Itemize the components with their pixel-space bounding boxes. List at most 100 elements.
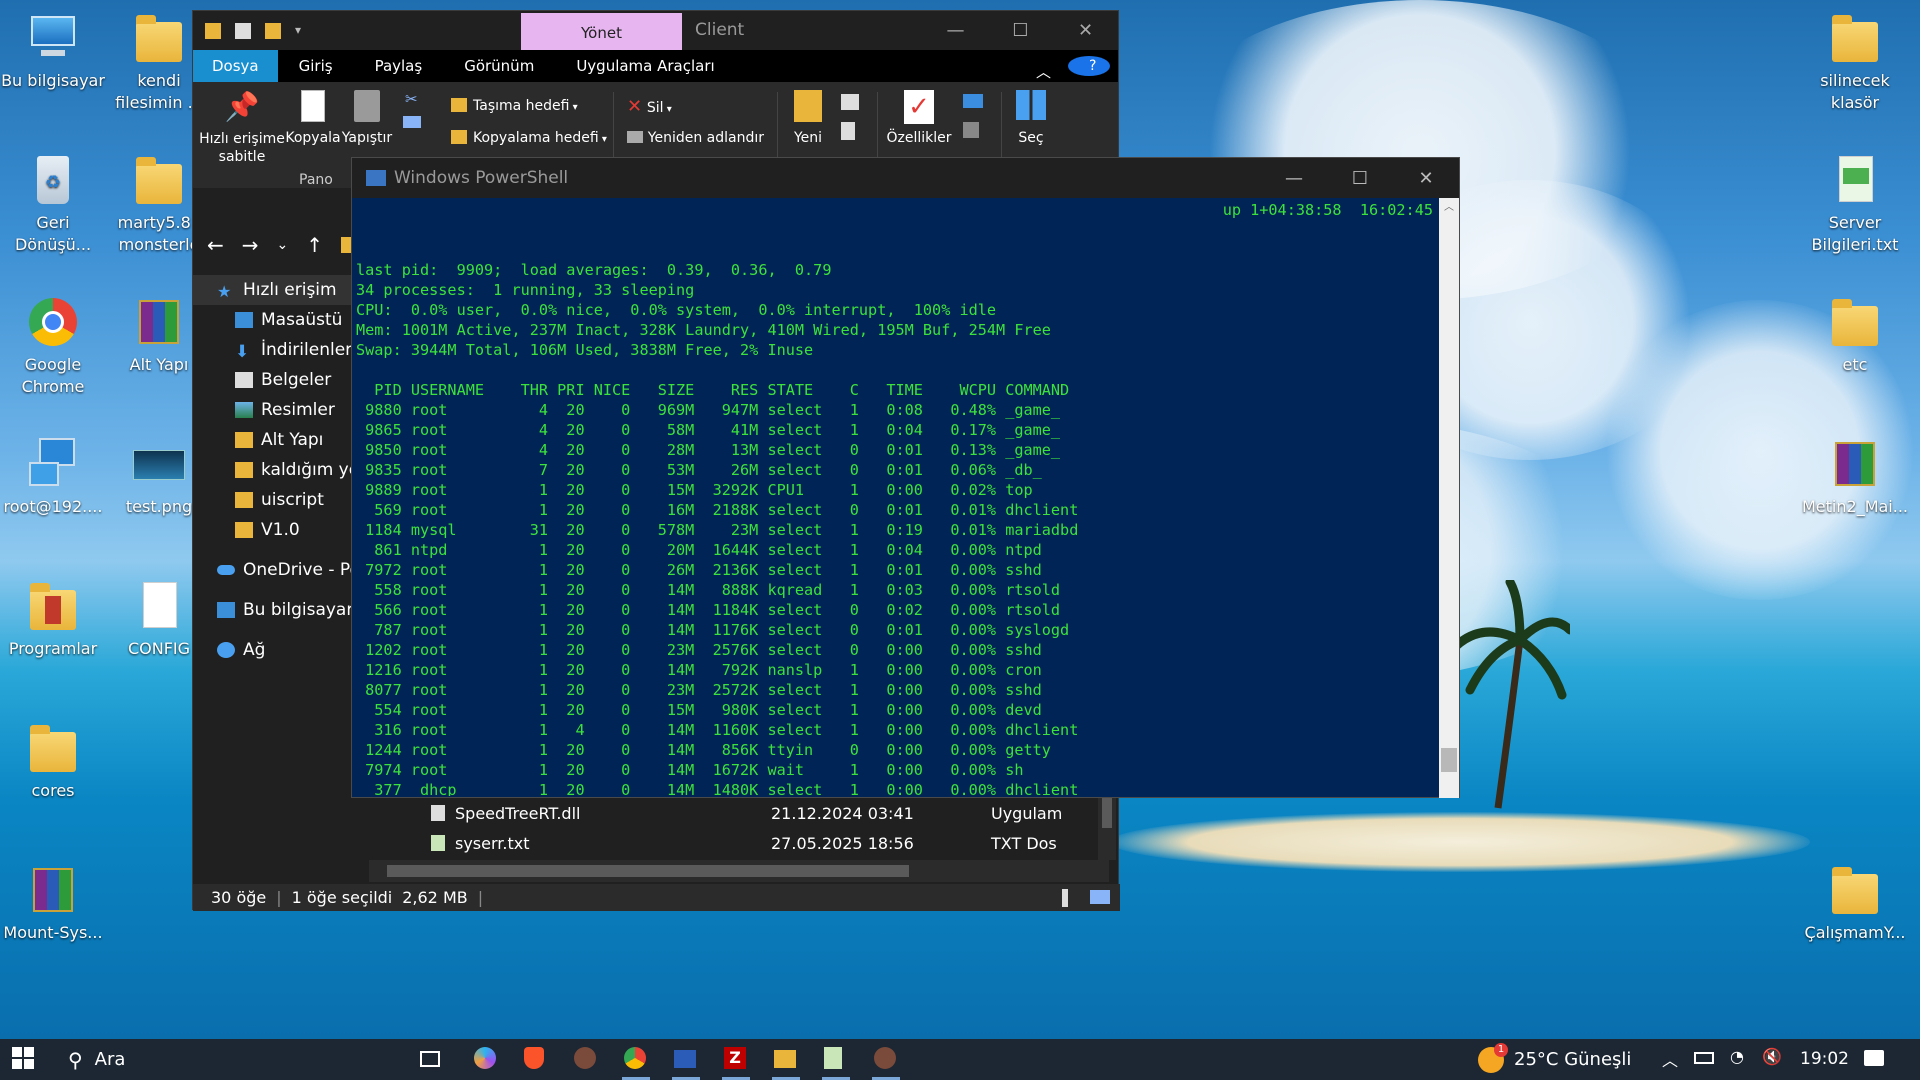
powershell-window[interactable]: Windows PowerShell — ☐ ✕ up 1+04:38:58 1…	[351, 157, 1460, 798]
checkmark-icon[interactable]	[235, 22, 251, 39]
folder-icon	[1827, 862, 1883, 918]
sidebar-item-pictures[interactable]: Resimler	[193, 395, 353, 425]
desktop-icon-root[interactable]: root@192....	[0, 436, 106, 518]
explorer-title-bar[interactable]: ▾ Yönet Client — ☐ ✕	[193, 11, 1118, 50]
sidebar-item-downloads[interactable]: ⬇ İndirilenler	[193, 335, 353, 365]
tab-share[interactable]: Paylaş	[354, 50, 444, 82]
chevron-down-icon[interactable]: ⌄	[277, 237, 289, 253]
chevron-up-icon[interactable]: ︿	[1662, 1047, 1678, 1071]
horizontal-scrollbar[interactable]	[369, 860, 1109, 882]
forward-arrow-icon[interactable]: →	[242, 233, 259, 257]
details-view-icon[interactable]	[1062, 889, 1068, 907]
large-icons-view-icon[interactable]	[1090, 890, 1110, 904]
back-arrow-icon[interactable]: ←	[207, 233, 224, 257]
context-tab-manage[interactable]: Yönet	[521, 13, 682, 50]
minimize-button[interactable]: —	[923, 11, 988, 50]
documents-icon	[235, 372, 253, 388]
island	[1110, 812, 1810, 872]
desktop-icon-etc[interactable]: etc	[1802, 294, 1908, 376]
scrollbar-thumb[interactable]	[1441, 748, 1457, 772]
new-item-icon[interactable]	[841, 94, 859, 110]
sidebar-item-alt-yapi[interactable]: Alt Yapı	[193, 425, 353, 455]
folder-icon	[25, 720, 81, 776]
folder-icon[interactable]	[205, 22, 221, 39]
up-arrow-icon[interactable]: ↑	[306, 233, 323, 257]
sidebar-item-network[interactable]: Ağ	[193, 635, 353, 665]
task-view-icon[interactable]	[420, 1047, 444, 1071]
desktop-icon-bu-bilgisayar[interactable]: Bu bilgisayar	[0, 10, 106, 92]
vertical-scrollbar[interactable]	[1098, 798, 1116, 860]
brave-icon[interactable]	[524, 1047, 548, 1071]
chevron-down-icon[interactable]: ▾	[295, 23, 311, 39]
paste-button[interactable]: Yapıştır	[341, 90, 393, 146]
help-icon[interactable]: ?	[1068, 56, 1110, 76]
sidebar-item-desktop[interactable]: Masaüstü	[193, 305, 353, 335]
copilot-icon[interactable]	[474, 1047, 498, 1071]
weather-widget[interactable]: 1 25°C Güneşli	[1478, 1039, 1631, 1080]
chrome-icon[interactable]	[624, 1047, 648, 1071]
wifi-icon[interactable]: ◔	[1730, 1047, 1744, 1066]
desktop-icon-cores[interactable]: cores	[0, 720, 106, 802]
tab-file[interactable]: Dosya	[193, 50, 278, 82]
select-button[interactable]: Seç	[1009, 90, 1053, 146]
open-icon[interactable]	[963, 94, 983, 108]
desktop-icon-server-bilgileri[interactable]: Server Bilgileri.txt	[1802, 152, 1908, 256]
sidebar-item-this-pc[interactable]: Bu bilgisayar	[193, 595, 353, 625]
close-button[interactable]: ✕	[1393, 158, 1459, 198]
desktop-icon-programlar[interactable]: Programlar	[0, 578, 106, 660]
properties-button[interactable]: ✓ Özellikler	[883, 90, 955, 146]
copy-to-button[interactable]: Kopyalama hedefi ▾	[451, 128, 607, 152]
desktop-icon-calismam[interactable]: ÇalışmamY...	[1802, 862, 1908, 944]
folder-icon[interactable]	[265, 22, 281, 39]
scrollbar-thumb[interactable]	[387, 865, 909, 877]
delete-button[interactable]: ✕ Sil ▾	[627, 96, 672, 117]
sidebar-item-documents[interactable]: Belgeler	[193, 365, 353, 395]
terminal-line: Mem: 1001M Active, 237M Inact, 328K Laun…	[356, 321, 1051, 339]
rename-button[interactable]: Yeniden adlandır	[627, 128, 764, 152]
vertical-scrollbar[interactable]: ︿	[1439, 198, 1459, 798]
list-item[interactable]: SpeedTreeRT.dll 21.12.2024 03:41 Uygulam	[391, 798, 1091, 828]
powershell-icon[interactable]	[674, 1047, 698, 1071]
notifications-icon[interactable]	[1864, 1050, 1884, 1066]
file-explorer-icon[interactable]	[774, 1047, 798, 1071]
list-item[interactable]: syserr.txt 27.05.2025 18:56 TXT Dos	[391, 828, 1091, 858]
pin-button[interactable]: 📌 Hızlı erişime sabitle	[199, 90, 285, 166]
volume-muted-icon[interactable]: 🔇	[1762, 1047, 1782, 1066]
windows-start-icon[interactable]	[12, 1047, 36, 1071]
desktop-icon-google-chrome[interactable]: Google Chrome	[0, 294, 106, 398]
sidebar-item-quick-access[interactable]: ★ Hızlı erişim	[193, 275, 353, 305]
desktop-icon-silinecek-klasor[interactable]: silinecek klasör	[1802, 10, 1908, 114]
desktop-icon-mount-sys[interactable]: Mount-Sys...	[0, 862, 106, 944]
maximize-button[interactable]: ☐	[1327, 158, 1393, 198]
minimize-button[interactable]: —	[1261, 158, 1327, 198]
search-box[interactable]: ⚲ Ara	[54, 1039, 414, 1080]
cut-icon[interactable]: ✂	[405, 90, 418, 108]
search-input[interactable]: Ara	[95, 1049, 126, 1070]
sidebar-item-uiscript[interactable]: uiscript	[193, 485, 353, 515]
notepad-icon[interactable]	[824, 1047, 848, 1071]
desktop-icon-recycle-bin[interactable]: ♻ Geri Dönüşü...	[0, 152, 106, 256]
desktop-icon-metin2[interactable]: Metin2_Mai...	[1802, 436, 1908, 518]
sidebar-item-v1[interactable]: V1.0	[193, 515, 353, 545]
copy-button[interactable]: Kopyala	[285, 90, 341, 146]
maximize-button[interactable]: ☐	[988, 11, 1053, 50]
new-button[interactable]: Yeni	[785, 90, 831, 146]
terminal-output[interactable]: up 1+04:38:58 16:02:45 last pid: 9909; l…	[356, 200, 1441, 796]
easy-access-icon[interactable]	[841, 122, 855, 140]
clock[interactable]: 19:02	[1800, 1049, 1849, 1069]
copy-path-icon[interactable]	[403, 116, 421, 128]
edit-icon[interactable]	[963, 122, 979, 138]
close-button[interactable]: ✕	[1053, 11, 1118, 50]
filezilla-icon[interactable]: Z	[724, 1047, 748, 1071]
tab-view[interactable]: Görünüm	[443, 50, 555, 82]
sidebar-item-kaldigim-yer[interactable]: kaldığım yer	[193, 455, 353, 485]
sidebar-item-onedrive[interactable]: OneDrive - Pe	[193, 555, 353, 585]
app-icon[interactable]	[574, 1047, 598, 1071]
battery-icon[interactable]	[1694, 1052, 1714, 1064]
move-to-button[interactable]: Taşıma hedefi ▾	[451, 96, 578, 114]
app-icon[interactable]	[874, 1047, 898, 1071]
tab-home[interactable]: Giriş	[278, 50, 354, 82]
powershell-title-bar[interactable]: Windows PowerShell — ☐ ✕	[352, 158, 1459, 198]
tab-app-tools[interactable]: Uygulama Araçları	[555, 50, 735, 82]
scroll-up-icon[interactable]: ︿	[1439, 198, 1459, 213]
